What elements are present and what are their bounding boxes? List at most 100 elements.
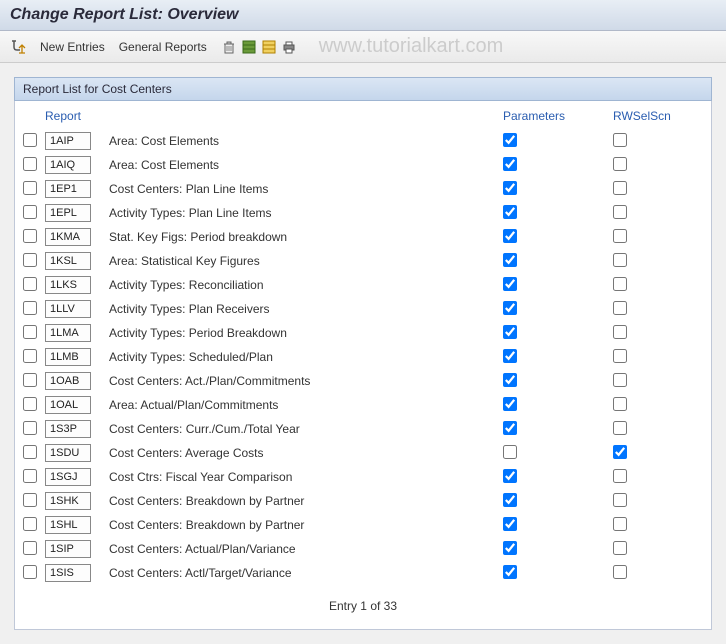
rwselscn-checkbox[interactable] [613,565,627,579]
report-code[interactable]: 1SGJ [45,468,91,486]
report-description: Area: Cost Elements [101,134,503,148]
report-code[interactable]: 1AIP [45,132,91,150]
table-header: Report Parameters RWSelScn [23,107,703,129]
rwselscn-checkbox[interactable] [613,301,627,315]
toggle-display-icon[interactable] [10,39,26,55]
parameters-checkbox[interactable] [503,349,517,363]
row-select-checkbox[interactable] [23,133,37,147]
general-reports-button[interactable]: General Reports [119,40,207,54]
rwselscn-checkbox[interactable] [613,181,627,195]
report-code[interactable]: 1EP1 [45,180,91,198]
parameters-checkbox[interactable] [503,301,517,315]
rwselscn-checkbox[interactable] [613,349,627,363]
report-code[interactable]: 1S3P [45,420,91,438]
report-code[interactable]: 1EPL [45,204,91,222]
parameters-checkbox[interactable] [503,205,517,219]
report-code[interactable]: 1SIP [45,540,91,558]
row-select-checkbox[interactable] [23,397,37,411]
new-entries-button[interactable]: New Entries [40,40,105,54]
parameters-checkbox[interactable] [503,133,517,147]
report-code[interactable]: 1KMA [45,228,91,246]
row-select-checkbox[interactable] [23,469,37,483]
report-code[interactable]: 1SHK [45,492,91,510]
report-description: Activity Types: Period Breakdown [101,326,503,340]
rwselscn-checkbox[interactable] [613,205,627,219]
rwselscn-checkbox[interactable] [613,133,627,147]
rwselscn-checkbox[interactable] [613,517,627,531]
report-description: Activity Types: Plan Line Items [101,206,503,220]
report-description: Cost Centers: Breakdown by Partner [101,518,503,532]
row-select-checkbox[interactable] [23,301,37,315]
parameters-checkbox[interactable] [503,541,517,555]
col-rwselscn[interactable]: RWSelScn [613,109,703,123]
parameters-checkbox[interactable] [503,373,517,387]
parameters-checkbox[interactable] [503,181,517,195]
report-code[interactable]: 1SHL [45,516,91,534]
rwselscn-checkbox[interactable] [613,325,627,339]
row-select-checkbox[interactable] [23,565,37,579]
report-description: Cost Ctrs: Fiscal Year Comparison [101,470,503,484]
report-code[interactable]: 1SDU [45,444,91,462]
parameters-checkbox[interactable] [503,229,517,243]
row-select-checkbox[interactable] [23,253,37,267]
col-report[interactable]: Report [45,109,101,123]
parameters-checkbox[interactable] [503,445,517,459]
row-select-checkbox[interactable] [23,349,37,363]
deselect-all-icon[interactable] [261,39,277,55]
rwselscn-checkbox[interactable] [613,469,627,483]
report-code[interactable]: 1OAL [45,396,91,414]
report-description: Cost Centers: Actl/Target/Variance [101,566,503,580]
row-select-checkbox[interactable] [23,277,37,291]
row-select-checkbox[interactable] [23,205,37,219]
rwselscn-checkbox[interactable] [613,253,627,267]
parameters-checkbox[interactable] [503,421,517,435]
row-select-checkbox[interactable] [23,493,37,507]
report-code[interactable]: 1LMB [45,348,91,366]
parameters-checkbox[interactable] [503,277,517,291]
rwselscn-checkbox[interactable] [613,421,627,435]
rwselscn-checkbox[interactable] [613,541,627,555]
report-code[interactable]: 1SIS [45,564,91,582]
row-select-checkbox[interactable] [23,541,37,555]
row-select-checkbox[interactable] [23,229,37,243]
row-select-checkbox[interactable] [23,373,37,387]
report-code[interactable]: 1OAB [45,372,91,390]
print-icon[interactable] [281,39,297,55]
rwselscn-checkbox[interactable] [613,445,627,459]
report-code[interactable]: 1LLV [45,300,91,318]
parameters-checkbox[interactable] [503,253,517,267]
parameters-checkbox[interactable] [503,565,517,579]
report-code[interactable]: 1LKS [45,276,91,294]
table-row: 1S3PCost Centers: Curr./Cum./Total Year [23,417,703,441]
report-description: Stat. Key Figs: Period breakdown [101,230,503,244]
rwselscn-checkbox[interactable] [613,373,627,387]
panel-title: Report List for Cost Centers [14,77,712,101]
rwselscn-checkbox[interactable] [613,157,627,171]
row-select-checkbox[interactable] [23,157,37,171]
select-all-icon[interactable] [241,39,257,55]
parameters-checkbox[interactable] [503,517,517,531]
toolbar: New Entries General Reports [0,31,726,63]
report-code[interactable]: 1KSL [45,252,91,270]
table-row: 1LKS Activity Types: Reconciliation [23,273,703,297]
report-code[interactable]: 1AIQ [45,156,91,174]
row-select-checkbox[interactable] [23,421,37,435]
parameters-checkbox[interactable] [503,397,517,411]
rwselscn-checkbox[interactable] [613,397,627,411]
parameters-checkbox[interactable] [503,157,517,171]
row-select-checkbox[interactable] [23,325,37,339]
rwselscn-checkbox[interactable] [613,229,627,243]
report-description: Activity Types: Reconciliation [101,278,503,292]
row-select-checkbox[interactable] [23,181,37,195]
parameters-checkbox[interactable] [503,469,517,483]
row-select-checkbox[interactable] [23,445,37,459]
rwselscn-checkbox[interactable] [613,277,627,291]
col-parameters[interactable]: Parameters [503,109,613,123]
parameters-checkbox[interactable] [503,325,517,339]
report-code[interactable]: 1LMA [45,324,91,342]
parameters-checkbox[interactable] [503,493,517,507]
rwselscn-checkbox[interactable] [613,493,627,507]
row-select-checkbox[interactable] [23,517,37,531]
table-row: 1LMA Activity Types: Period Breakdown [23,321,703,345]
delete-icon[interactable] [221,39,237,55]
